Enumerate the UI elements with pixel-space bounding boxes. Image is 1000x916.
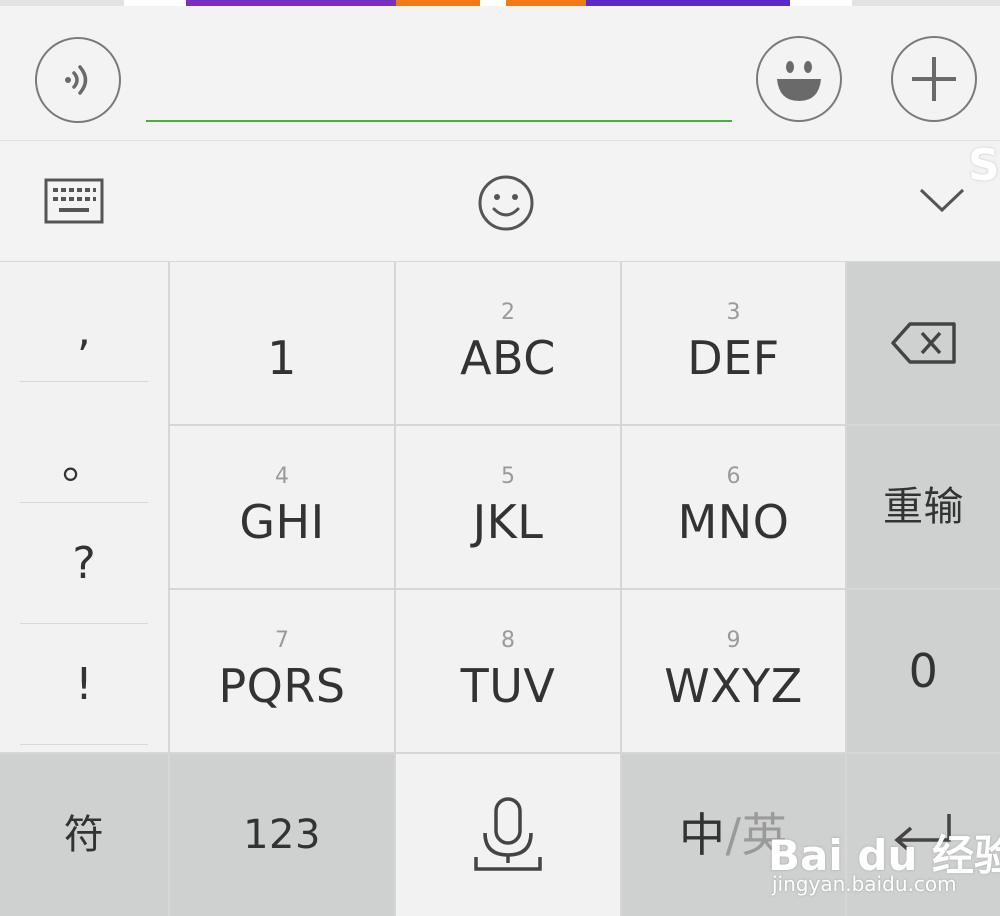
ime-toolbar	[0, 141, 1000, 262]
smiley-icon	[478, 175, 534, 231]
key-1[interactable]: 1	[170, 262, 394, 424]
reinput-key[interactable]: 重输	[847, 426, 1000, 588]
key-4-ghi[interactable]: 4 GHI	[170, 426, 394, 588]
plus-icon	[912, 57, 956, 101]
key-0[interactable]: 0	[847, 590, 1000, 752]
key-3-def[interactable]: 3 DEF	[622, 262, 845, 424]
key-5-jkl[interactable]: 5 JKL	[396, 426, 620, 588]
key-8-tuv[interactable]: 8 TUV	[396, 590, 620, 752]
backspace-key[interactable]	[847, 262, 1000, 424]
keyboard-switch-button[interactable]	[40, 174, 108, 228]
key-2-abc[interactable]: 2 ABC	[396, 262, 620, 424]
emoticon-button[interactable]	[474, 171, 538, 235]
lang-zh-label: 中	[679, 808, 726, 862]
backspace-icon	[890, 322, 956, 364]
microphone-icon	[474, 797, 542, 871]
emoji-icon	[777, 61, 821, 101]
punct-key-question[interactable]: ?	[0, 503, 168, 624]
voice-icon	[65, 65, 88, 95]
divider	[20, 381, 148, 382]
baidu-watermark: Bai du 经验 jingyan.baidu.com	[768, 831, 1000, 896]
punct-key-period[interactable]: 。	[0, 398, 168, 519]
key-9-wxyz[interactable]: 9 WXYZ	[622, 590, 845, 752]
more-button[interactable]	[891, 36, 977, 122]
numbers-key[interactable]: 123	[170, 754, 394, 916]
watermark-fragment: S	[968, 140, 1000, 191]
key-6-mno[interactable]: 6 MNO	[622, 426, 845, 588]
voice-button[interactable]	[35, 37, 121, 123]
key-7-pqrs[interactable]: 7 PQRS	[170, 590, 394, 752]
chat-input-bar	[0, 6, 1000, 141]
punct-key-comma[interactable]: ,	[0, 270, 168, 391]
symbols-key[interactable]: 符	[0, 754, 168, 916]
divider	[20, 744, 148, 745]
punct-key-exclamation[interactable]: !	[0, 624, 168, 745]
message-input[interactable]	[146, 46, 732, 122]
voice-input-key[interactable]	[396, 754, 620, 916]
lang-separator: /	[725, 808, 742, 862]
keyboard-icon	[44, 178, 104, 224]
punctuation-column: , 。 ? !	[0, 262, 168, 752]
collapse-keyboard-button[interactable]	[914, 179, 970, 219]
chevron-down-icon	[919, 188, 965, 213]
emoji-button[interactable]	[756, 36, 842, 122]
